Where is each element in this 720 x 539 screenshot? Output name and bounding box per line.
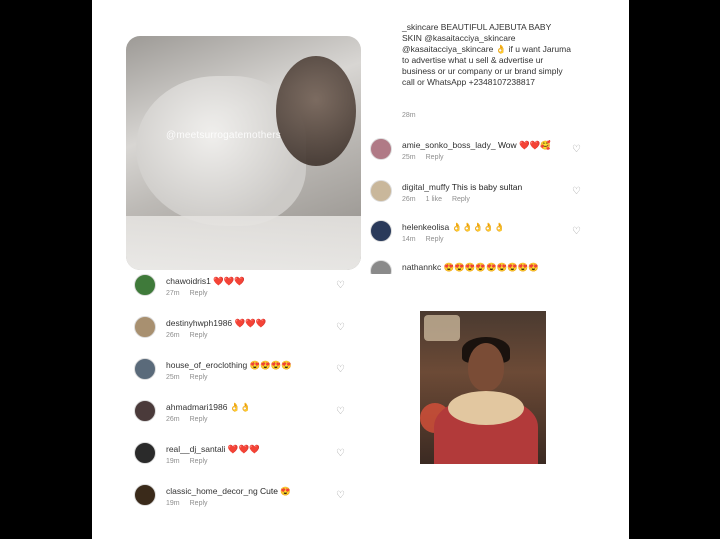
heart-outline-icon[interactable]: ♡ <box>336 406 345 417</box>
comment-row-partial: nathannkc 😍😍😍😍😍😍😍😍😍 <box>370 260 600 274</box>
comment-time: 26m <box>166 332 180 339</box>
comment-row: chawoidris1 ❤️❤️❤️ 27m Reply ♡ <box>134 274 364 304</box>
comment-row: real__dj_santali ❤️❤️❤️ 19m Reply ♡ <box>134 442 364 472</box>
comment-username[interactable]: amie_sonko_boss_lady_ <box>402 140 496 150</box>
comment-time: 26m <box>402 196 416 203</box>
heart-outline-icon[interactable]: ♡ <box>336 280 345 291</box>
comment-row: digital_muffy This is baby sultan 26m 1 l… <box>370 180 600 210</box>
comment-username[interactable]: chawoidris1 <box>166 276 211 286</box>
heart-outline-icon[interactable]: ♡ <box>336 448 345 459</box>
comment-likes[interactable]: 1 like <box>426 196 442 203</box>
heart-outline-icon[interactable]: ♡ <box>572 186 581 197</box>
avatar[interactable] <box>370 260 392 274</box>
comment-row: amie_sonko_boss_lady_ Wow ❤️❤️🥰 25m Reply… <box>370 138 600 168</box>
caption-timestamp: 28m <box>402 112 416 119</box>
avatar[interactable] <box>134 274 156 296</box>
comment-time: 19m <box>166 458 180 465</box>
comment-username[interactable]: real__dj_santali <box>166 444 226 454</box>
comment-row: ahmadmari1986 👌👌 26m Reply ♡ <box>134 400 364 430</box>
heart-outline-icon[interactable]: ♡ <box>572 226 581 237</box>
reply-button[interactable]: Reply <box>190 500 208 507</box>
comment-text: 👌👌👌👌👌 <box>451 222 505 232</box>
avatar[interactable] <box>134 400 156 422</box>
comment-text: ❤️❤️❤️ <box>227 444 260 454</box>
avatar[interactable] <box>370 138 392 160</box>
comment-text: Cute 😍 <box>260 486 291 496</box>
heart-outline-icon[interactable]: ♡ <box>336 364 345 375</box>
heart-outline-icon[interactable]: ♡ <box>572 144 581 155</box>
comment-text: Wow ❤️❤️🥰 <box>497 140 551 150</box>
reply-button[interactable]: Reply <box>190 416 208 423</box>
video-watermark: @meetsurrogatemothers <box>166 130 281 141</box>
heart-outline-icon[interactable]: ♡ <box>336 322 345 333</box>
comment-text: 😍😍😍😍😍😍😍😍😍 <box>443 262 539 272</box>
screenshot-panel: @meetsurrogatemothers _skincare BEAUTIFU… <box>92 0 629 539</box>
comment-time: 26m <box>166 416 180 423</box>
comment-row: house_of_eroclothing 😍😍😍😍 25m Reply ♡ <box>134 358 364 388</box>
comment-username[interactable]: classic_home_decor_ng <box>166 486 258 496</box>
photo-shape <box>468 343 504 391</box>
reply-button[interactable]: Reply <box>426 236 444 243</box>
reply-button[interactable]: Reply <box>190 290 208 297</box>
comment-text: 👌👌 <box>229 402 251 412</box>
post-video[interactable]: @meetsurrogatemothers <box>126 36 361 270</box>
comment-time: 14m <box>402 236 416 243</box>
comment-username[interactable]: ahmadmari1986 <box>166 402 227 412</box>
comment-row: destinyhwph1986 ❤️❤️❤️ 26m Reply ♡ <box>134 316 364 346</box>
video-frame-shape <box>126 216 361 270</box>
comment-row: classic_home_decor_ng Cute 😍 19m Reply ♡ <box>134 484 364 508</box>
comment-row: helenkeolisa 👌👌👌👌👌 14m Reply ♡ <box>370 220 600 250</box>
heart-outline-icon[interactable]: ♡ <box>336 490 345 501</box>
avatar[interactable] <box>134 484 156 506</box>
reply-button[interactable]: Reply <box>452 196 470 203</box>
avatar[interactable] <box>134 316 156 338</box>
bride-photo <box>420 311 546 464</box>
comment-time: 25m <box>166 374 180 381</box>
avatar[interactable] <box>134 442 156 464</box>
photo-shape <box>448 391 524 425</box>
comment-text: This is baby sultan <box>451 182 523 192</box>
comment-username[interactable]: helenkeolisa <box>402 222 449 232</box>
comment-time: 19m <box>166 500 180 507</box>
comment-time: 25m <box>402 154 416 161</box>
comment-username[interactable]: nathannkc <box>402 262 441 272</box>
avatar[interactable] <box>370 220 392 242</box>
comment-username[interactable]: digital_muffy <box>402 182 450 192</box>
comment-time: 27m <box>166 290 180 297</box>
comment-text: 😍😍😍😍 <box>249 360 293 370</box>
avatar[interactable] <box>370 180 392 202</box>
reply-button[interactable]: Reply <box>426 154 444 161</box>
avatar[interactable] <box>134 358 156 380</box>
photo-shape <box>424 315 460 341</box>
comment-text: ❤️❤️❤️ <box>213 276 246 286</box>
comment-username[interactable]: house_of_eroclothing <box>166 360 247 370</box>
comment-text: ❤️❤️❤️ <box>234 318 267 328</box>
comment-username[interactable]: destinyhwph1986 <box>166 318 232 328</box>
reply-button[interactable]: Reply <box>190 458 208 465</box>
reply-button[interactable]: Reply <box>190 332 208 339</box>
video-frame-shape <box>276 56 356 166</box>
post-caption: _skincare BEAUTIFUL AJEBUTA BABY SKIN @k… <box>402 22 571 87</box>
reply-button[interactable]: Reply <box>190 374 208 381</box>
